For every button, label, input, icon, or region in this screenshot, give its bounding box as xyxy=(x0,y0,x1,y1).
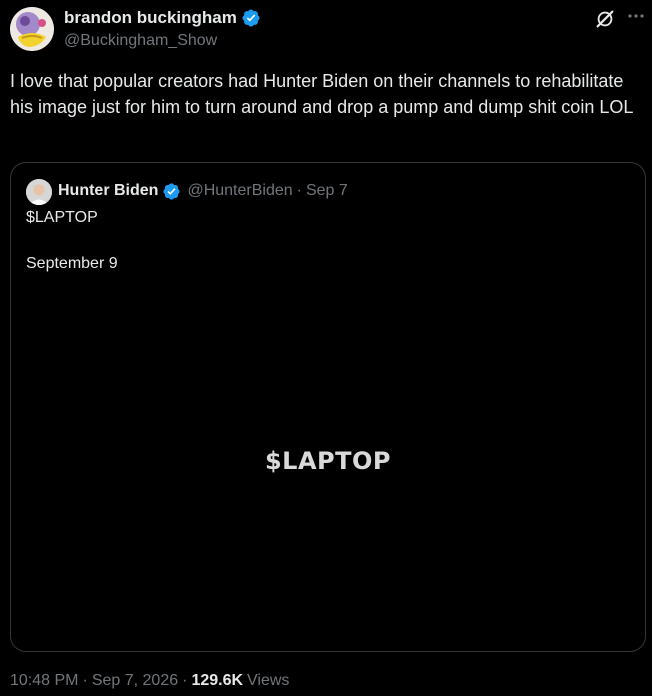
quoted-media-text: $LAPTOP xyxy=(264,447,392,475)
views-count: 129.6K xyxy=(191,672,244,689)
meta-separator-2: · xyxy=(182,672,188,689)
tweet-time[interactable]: 10:48 PM xyxy=(10,672,78,690)
quoted-author-handle[interactable]: @HunterBiden xyxy=(187,182,292,200)
tweet-meta: 10:48 PM · Sep 7, 2026 · 129.6K Views xyxy=(10,672,289,690)
quoted-verified-badge-icon[interactable] xyxy=(162,182,181,201)
quoted-tweet-header: Hunter Biden @HunterBiden · Sep 7 xyxy=(58,180,348,202)
author-display-name[interactable]: brandon buckingham xyxy=(64,8,237,28)
quoted-header-separator: · xyxy=(296,182,302,199)
quoted-tweet-date[interactable]: Sep 7 xyxy=(306,182,348,200)
quoted-tweet-line-2: September 9 xyxy=(26,255,118,272)
quoted-tweet-media[interactable]: $LAPTOP xyxy=(11,283,645,651)
quoted-tweet-line-1: $LAPTOP xyxy=(26,209,98,226)
quoted-author-avatar[interactable] xyxy=(26,179,52,205)
tweet: brandon buckingham @Buckingham_Show I lo… xyxy=(0,0,652,696)
quoted-tweet[interactable]: Hunter Biden @HunterBiden · Sep 7 $LAPTO… xyxy=(10,162,646,652)
quoted-author-avatar-image xyxy=(26,179,52,205)
tweet-text: I love that popular creators had Hunter … xyxy=(10,71,634,117)
verified-badge-icon[interactable] xyxy=(241,8,261,28)
author-handle[interactable]: @Buckingham_Show xyxy=(64,32,261,50)
author-avatar-image xyxy=(10,7,54,51)
tweet-date[interactable]: Sep 7, 2026 xyxy=(92,672,178,690)
views-label: Views xyxy=(247,672,290,689)
more-options-icon[interactable] xyxy=(626,6,646,26)
meta-separator: · xyxy=(82,672,88,689)
grok-icon[interactable] xyxy=(594,8,616,30)
author-avatar[interactable] xyxy=(10,7,54,51)
author-header: brandon buckingham @Buckingham_Show xyxy=(64,7,261,50)
quoted-author-display-name[interactable]: Hunter Biden xyxy=(58,182,158,200)
